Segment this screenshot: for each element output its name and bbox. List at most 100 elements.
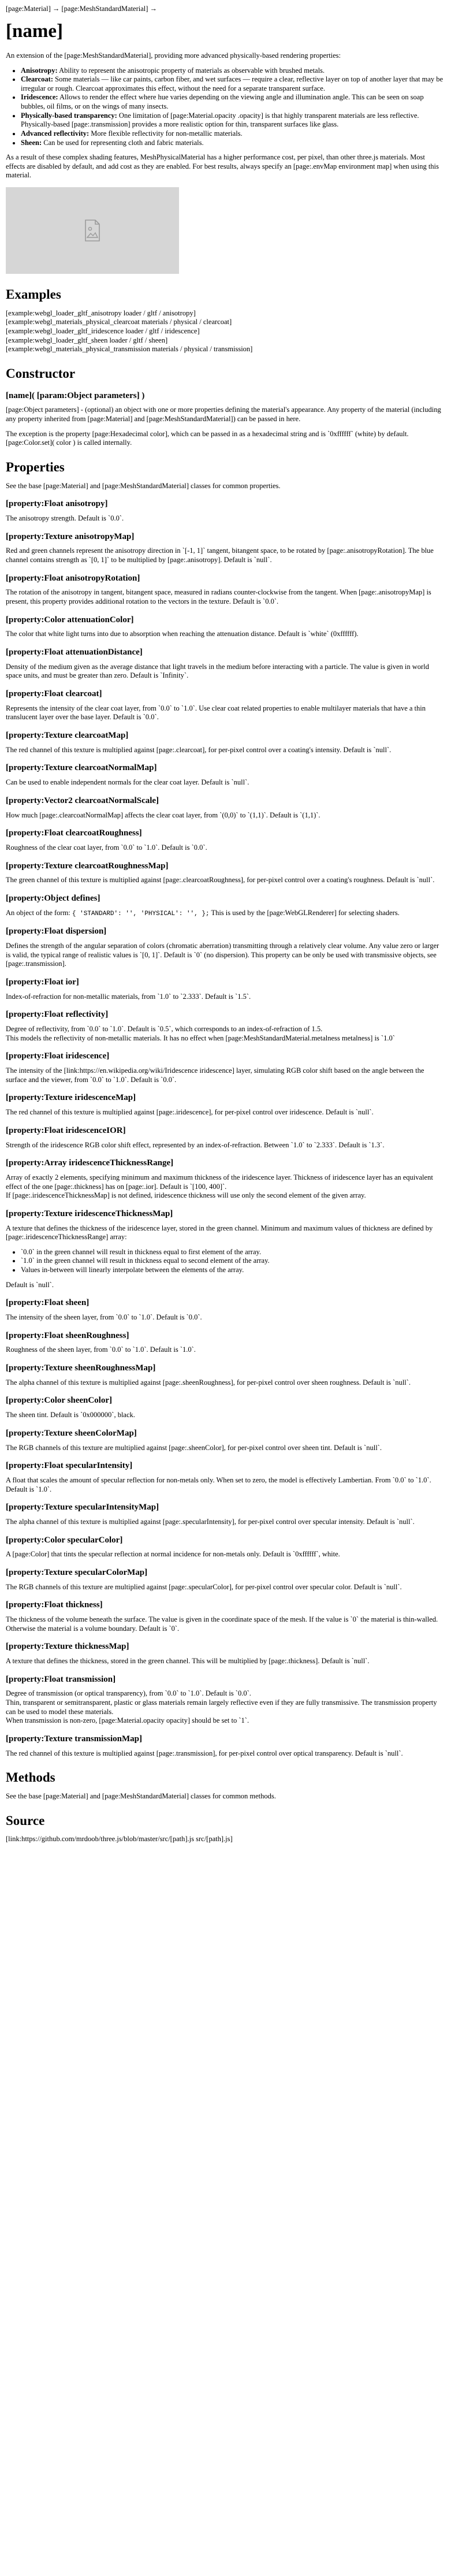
feature-term: Sheen: (21, 138, 42, 147)
property-heading: [property:Float anisotropyRotation] (6, 573, 140, 583)
feature-item: Iridescence: Allows to render the effect… (21, 93, 445, 111)
property-description: The color that white light turns into du… (6, 630, 445, 639)
feature-item: Advanced reflectivity: More flexible ref… (21, 129, 445, 139)
property-description-text: This is used by the [page:WebGLRenderer]… (209, 908, 400, 917)
feature-item: Sheen: Can be used for representing clot… (21, 139, 445, 148)
example-link[interactable]: [example:webgl_materials_physical_transm… (6, 345, 445, 354)
performance-note: As a result of these complex shading fea… (6, 153, 439, 180)
property-heading: [property:Float specularIntensity] (6, 1461, 133, 1471)
feature-term: Clearcoat: (21, 75, 53, 84)
property-heading: [property:Texture thicknessMap] (6, 1642, 129, 1652)
property-description-text: The RGB channels of this texture are mul… (6, 1443, 382, 1452)
property-description: How much [page:.clearcoatNormalMap] affe… (6, 811, 445, 820)
property-heading: [property:Texture clearcoatRoughnessMap] (6, 861, 169, 871)
properties-intro: See the base [page:Material] and [page:M… (6, 481, 281, 490)
property-description: Degree of transmission (or optical trans… (6, 1689, 445, 1726)
property-description-text: The anisotropy strength. Default is `0.0… (6, 514, 124, 522)
property-heading: [property:Float reflectivity] (6, 1010, 109, 1020)
property-description: Array of exactly 2 elements, specifying … (6, 1173, 445, 1200)
property-description: Roughness of the sheen layer, from `0.0`… (6, 1345, 445, 1355)
example-link[interactable]: [example:webgl_loader_gltf_anisotropy lo… (6, 309, 445, 318)
example-link[interactable]: [example:webgl_loader_gltf_iridescence l… (6, 327, 445, 336)
source-link[interactable]: [link:https://github.com/mrdoob/three.js… (6, 1835, 445, 1844)
intro-paragraph: An extension of the [page:MeshStandardMa… (6, 51, 341, 60)
property-description: Represents the intensity of the clear co… (6, 704, 445, 722)
property-description-text: A texture that defines the thickness of … (6, 1224, 433, 1241)
property-description-text: The sheen tint. Default is `0x000000`, b… (6, 1411, 135, 1419)
property-heading: [property:Texture sheenRoughnessMap] (6, 1363, 156, 1373)
feature-text: Can be used for representing cloth and f… (42, 138, 204, 147)
property-description-text: The RGB channels of this texture are mul… (6, 1582, 402, 1591)
property-description: Index-of-refraction for non-metallic mat… (6, 993, 445, 1002)
property-heading: [property:Texture iridescenceThicknessMa… (6, 1209, 173, 1218)
property-description-text: The green channel of this texture is mul… (6, 876, 435, 884)
property-heading: [property:Texture specularColorMap] (6, 1567, 148, 1577)
property-description: The RGB channels of this texture are mul… (6, 1583, 445, 1592)
property-description-text: Degree of transmission (or optical trans… (6, 1689, 251, 1698)
property-description-text: Degree of reflectivity, from `0.0` to `1… (6, 1025, 323, 1034)
property-description: A texture that defines the thickness of … (6, 1224, 445, 1242)
property-description-text: Defines the strength of the angular sepa… (6, 942, 439, 968)
property-description-text: The thickness of the volume beneath the … (6, 1615, 438, 1633)
property-code: { 'STANDARD': '', 'PHYSICAL': '', }; (72, 910, 210, 917)
constructor-heading: Constructor (6, 366, 76, 381)
property-description: Density of the medium given as the avera… (6, 663, 445, 681)
property-description: Strength of the iridescence RGB color sh… (6, 1141, 445, 1150)
constructor-color-note: The exception is the property [page:Hexa… (6, 429, 409, 447)
properties-list: [property:Float anisotropy] The anisotrop… (6, 499, 445, 1758)
property-heading: [property:Float iridescence] (6, 1051, 110, 1061)
list-item: `0.0` in the green channel will result i… (21, 1248, 445, 1257)
feature-item: Clearcoat: Some materials — like car pai… (21, 75, 445, 93)
properties-heading: Properties (6, 459, 65, 474)
property-description: The red channel of this texture is multi… (6, 746, 445, 755)
property-description-text: The red channel of this texture is multi… (6, 1749, 403, 1757)
property-heading: [property:Float transmission] (6, 1674, 116, 1684)
property-description: The thickness of the volume beneath the … (6, 1615, 445, 1633)
property-description-text: The color that white light turns into du… (6, 630, 359, 638)
image-icon (85, 220, 100, 241)
property-description-text: This models the reflectivity of non-meta… (6, 1034, 395, 1042)
property-description: Degree of reflectivity, from `0.0` to `1… (6, 1025, 445, 1043)
breadcrumb[interactable]: [page:Material] → [page:MeshStandardMate… (6, 5, 445, 14)
property-heading: [property:Color attenuationColor] (6, 615, 134, 625)
property-heading: [property:Float sheen] (6, 1298, 90, 1308)
feature-term: Iridescence: (21, 93, 58, 102)
doc-page: [page:Material] → [page:MeshStandardMate… (0, 0, 450, 1864)
property-description: A [page:Color] that tints the specular r… (6, 1550, 445, 1559)
feature-item: Anisotropy: Ability to represent the ani… (21, 66, 445, 76)
property-heading: [property:Texture sheenColorMap] (6, 1428, 137, 1438)
feature-term: Physically-based transparency: (21, 111, 117, 120)
property-description: The alpha channel of this texture is mul… (6, 1378, 445, 1388)
property-heading: [property:Float sheenRoughness] (6, 1330, 129, 1340)
property-heading: [property:Texture transmissionMap] (6, 1734, 142, 1744)
property-description-text: A float that scales the amount of specul… (6, 1475, 431, 1493)
property-description-text: When transmission is non-zero, [page:Mat… (6, 1716, 249, 1725)
example-link[interactable]: [example:webgl_materials_physical_clearc… (6, 318, 445, 327)
example-link[interactable]: [example:webgl_loader_gltf_sheen loader … (6, 336, 445, 345)
feature-text: Allows to render the effect where hue va… (21, 93, 424, 110)
property-description: Red and green channels represent the ani… (6, 547, 445, 564)
source-heading: Source (6, 1813, 45, 1828)
property-heading: [property:Object defines] (6, 893, 100, 903)
property-heading: [property:Float thickness] (6, 1600, 103, 1610)
property-heading: [property:Float dispersion] (6, 927, 107, 936)
property-heading: [property:Texture clearcoatMap] (6, 731, 129, 740)
property-description: The RGB channels of this texture are mul… (6, 1444, 445, 1453)
property-description-text: Can be used to enable independent normal… (6, 778, 249, 787)
property-description: Can be used to enable independent normal… (6, 778, 445, 787)
property-heading: [property:Texture clearcoatNormalMap] (6, 763, 157, 773)
property-heading: [property:Color sheenColor] (6, 1396, 112, 1406)
property-description: The anisotropy strength. Default is `0.0… (6, 514, 445, 523)
property-heading: [property:Float attenuationDistance] (6, 648, 143, 657)
methods-intro: See the base [page:Material] and [page:M… (6, 1792, 276, 1800)
example-image (6, 187, 179, 274)
property-description-text: How much [page:.clearcoatNormalMap] affe… (6, 811, 321, 819)
property-description-text: The red channel of this texture is multi… (6, 745, 392, 754)
property-default: Default is `null`. (6, 1280, 54, 1289)
property-heading: [property:Float clearcoatRoughness] (6, 828, 142, 838)
property-description: The red channel of this texture is multi… (6, 1108, 445, 1117)
property-description-text: A texture that defines the thickness, st… (6, 1657, 370, 1665)
constructor-parameters: [page:Object parameters] - (optional) an… (6, 406, 441, 423)
property-description: The rotation of the anisotropy in tangen… (6, 588, 445, 606)
property-description: The intensity of the sheen layer, from `… (6, 1313, 445, 1322)
